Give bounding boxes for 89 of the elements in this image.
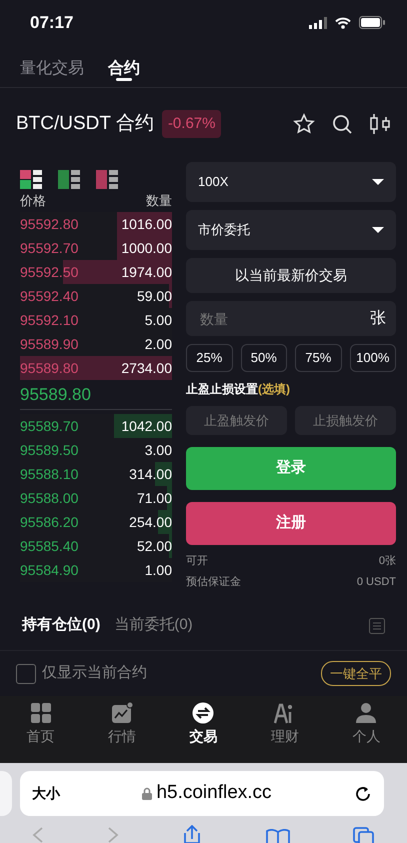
info-label: 可开 (186, 554, 208, 569)
change-badge: -0.67% (162, 110, 222, 138)
amount-text: 314.00 (129, 464, 172, 484)
depth-both-icon[interactable] (20, 170, 44, 188)
info-label: 预估保证金 (186, 574, 241, 590)
depth-asks-icon[interactable] (96, 170, 120, 188)
filter-label: 仅显示当前合约 (42, 663, 147, 684)
price-text: 95592.50 (20, 262, 78, 282)
price-text: 95589.80 (20, 358, 78, 378)
amount-text: 5.00 (144, 310, 172, 330)
text-size-button[interactable]: 大小 (32, 783, 60, 804)
amount-text: 59.00 (136, 286, 172, 306)
share-icon[interactable] (182, 825, 202, 843)
tab[interactable]: 合约 (108, 45, 140, 87)
reload-icon[interactable] (354, 784, 372, 802)
price-field[interactable]: 止损触发价 (295, 406, 396, 435)
amount-text: 52.00 (136, 536, 172, 556)
nav-tab[interactable]: 行情 (92, 702, 152, 747)
nav-tab[interactable]: 首页 (10, 702, 71, 747)
candlestick-icon[interactable] (369, 113, 391, 135)
tab-preview (0, 771, 12, 816)
price-text: 95588.10 (20, 464, 78, 484)
amount-text: 254.00 (129, 512, 172, 532)
checkbox[interactable] (16, 664, 36, 684)
price-text: 95584.90 (20, 560, 78, 580)
amount-text: 1000.00 (121, 238, 172, 258)
amount-text: 1.00 (144, 560, 172, 580)
price-text: 95592.40 (20, 286, 78, 306)
info-value: 0 USDT (356, 574, 396, 590)
price-text: 95589.70 (20, 416, 78, 436)
nav-tab[interactable]: 个人 (336, 702, 396, 747)
price-text: 95588.00 (20, 488, 78, 508)
amount-text: 1042.00 (121, 416, 172, 436)
depth-bids-icon[interactable] (58, 170, 82, 188)
amount-text: 1974.00 (121, 262, 172, 282)
amount-text: 71.00 (136, 488, 172, 508)
tpsl-label: 止盈止损设置(选填) (186, 381, 291, 398)
search-icon[interactable] (331, 113, 353, 135)
percent-button[interactable]: 100% (350, 344, 396, 372)
register-button[interactable]: 注册 (186, 502, 396, 545)
caret-icon (372, 226, 384, 234)
quantity-input[interactable]: 数量 (198, 301, 370, 336)
tab[interactable]: 持有仓位(0) (22, 614, 100, 637)
bookmarks-icon[interactable] (266, 829, 290, 843)
tabs-icon[interactable] (353, 827, 376, 843)
price-text: 95586.20 (20, 512, 78, 532)
price-text: 95585.40 (20, 536, 78, 556)
battery-icon (359, 16, 385, 29)
url-text: h5.coinflex.cc (156, 781, 272, 806)
percent-button[interactable]: 25% (186, 344, 232, 372)
order-type-select[interactable]: 市价委托 (186, 210, 396, 250)
nav-tab[interactable]: 交易 (173, 702, 234, 747)
percent-button[interactable]: 50% (240, 344, 287, 372)
swap-icon (192, 702, 214, 724)
price-text: 95589.90 (20, 334, 78, 354)
price-text: 95592.10 (20, 310, 78, 330)
price-text: 95592.70 (20, 238, 78, 258)
price-text: 95592.80 (20, 214, 78, 234)
column-header: 价格 (20, 192, 46, 210)
tab[interactable]: 量化交易 (20, 45, 84, 87)
info-value: 0张 (378, 554, 396, 569)
tab[interactable]: 当前委托(0) (114, 614, 193, 637)
market-price-button[interactable]: 以当前最新价交易 (186, 258, 396, 293)
amount-text: 2734.00 (121, 358, 172, 378)
pair-title: BTC/USDT 合约 (16, 112, 154, 136)
quantity-field[interactable]: 数量 张 (186, 301, 396, 336)
address-bar[interactable]: 大小 h5.coinflex.cc (20, 771, 384, 816)
chart-icon (111, 702, 134, 724)
last-price: 95589.80 (20, 380, 172, 410)
wifi-icon (335, 16, 351, 28)
price-text: 95589.50 (20, 440, 78, 460)
list-icon[interactable] (369, 618, 385, 634)
caret-icon (372, 178, 384, 186)
amount-text: 2.00 (144, 334, 172, 354)
star-icon[interactable] (293, 113, 315, 135)
close-all-button[interactable]: 一键全平 (321, 660, 391, 686)
amount-text: 1016.00 (121, 214, 172, 234)
unit-label: 张 (370, 308, 386, 328)
signal-icon (309, 16, 327, 28)
nav-tab[interactable]: 理财 (254, 702, 315, 747)
column-header: 数量 (146, 192, 172, 210)
price-field[interactable]: 止盈触发价 (186, 406, 287, 435)
percent-button[interactable]: 75% (295, 344, 342, 372)
leverage-select[interactable]: 100X (186, 162, 396, 202)
lock-icon (142, 787, 152, 800)
grid-icon (30, 702, 52, 724)
status-time: 07:17 (30, 12, 74, 34)
person-icon (355, 702, 378, 724)
amount-text: 3.00 (144, 440, 172, 460)
